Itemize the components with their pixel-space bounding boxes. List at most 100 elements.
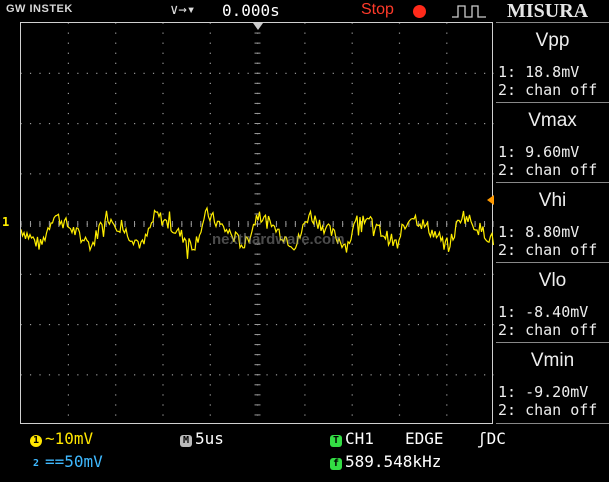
grid-dot [181, 374, 183, 376]
grid-dot [446, 123, 448, 125]
measurement-vpp[interactable]: Vpp 1: 18.8mV 2: chan off [496, 22, 609, 102]
grid-dot [115, 32, 117, 34]
grid-dot [304, 384, 306, 386]
grid-dot [304, 32, 306, 34]
grid-dot [67, 364, 69, 366]
frequency-readout: f 589.548kHz [330, 452, 441, 471]
grid-dot [115, 354, 117, 356]
grid-dot [351, 183, 353, 185]
grid-dot [474, 72, 476, 74]
grid-dot [134, 72, 136, 74]
grid-dot [67, 253, 69, 255]
grid-dot [304, 344, 306, 346]
trigger-readout[interactable]: T CH1 [330, 429, 374, 448]
grid-dot [152, 273, 155, 275]
trigger-type: EDGE [405, 429, 444, 448]
grid-dot [238, 123, 240, 125]
grid-dot [190, 374, 192, 376]
grid-dot [67, 213, 69, 215]
ch1-ground-marker: 1 [2, 215, 10, 229]
grid-dot [294, 374, 297, 376]
grid-dot [436, 72, 438, 74]
watermark: nexthardware.com [212, 231, 345, 248]
grid-dot [427, 273, 429, 275]
grid-dot [332, 72, 334, 74]
grid-dot [446, 102, 448, 105]
grid-dot [446, 32, 448, 34]
grid-dot [408, 273, 410, 275]
grid-dot [162, 183, 164, 185]
grid-dot [323, 123, 325, 125]
grid-dot [304, 82, 306, 84]
grid-dot [398, 42, 401, 44]
grid-dot [304, 404, 306, 406]
grid-dot [417, 123, 420, 125]
grid-dot [398, 263, 401, 265]
grid-dot [389, 273, 391, 275]
grid-dot [247, 173, 249, 175]
grid-dot [446, 143, 448, 145]
measurement-vlo[interactable]: Vlo 1: -8.40mV 2: chan off [496, 262, 609, 342]
grid-dot [304, 414, 306, 416]
grid-dot [67, 92, 69, 95]
grid-dot [96, 273, 98, 275]
grid-dot [115, 213, 117, 215]
grid-dot [266, 173, 268, 175]
grid-dot [67, 62, 69, 64]
measurement-vhi[interactable]: Vhi 1: 8.80mV 2: chan off [496, 182, 609, 262]
grid-dot [67, 233, 69, 235]
measurement-ch1-value: 1: -8.40mV [498, 303, 589, 321]
grid-dot [209, 203, 211, 205]
grid-dot [86, 273, 88, 275]
ch2-scale-readout[interactable]: 2 ==50mV [30, 452, 103, 471]
grid-dot [209, 183, 211, 185]
grid-dot [370, 173, 372, 175]
timebase-readout[interactable]: M 5us [180, 429, 224, 448]
grid-dot [115, 193, 117, 195]
grid-dot [304, 183, 306, 185]
grid-dot [304, 364, 306, 366]
measurement-vmin[interactable]: Vmin 1: -9.20mV 2: chan off [496, 342, 609, 424]
grid-dot [361, 324, 363, 326]
grid-dot [398, 384, 401, 386]
grid-dot [398, 143, 401, 145]
grid-dot [398, 133, 401, 135]
grid-dot [351, 253, 353, 255]
grid-dot [351, 213, 353, 215]
grid-dot [398, 313, 401, 316]
grid-dot [389, 72, 391, 74]
grid-dot [171, 72, 174, 74]
grid-dot [152, 324, 155, 326]
grid-dot [124, 123, 126, 125]
grid-dot [361, 173, 363, 175]
grid-dot [370, 72, 372, 74]
grid-dot [200, 72, 202, 74]
grid-dot [77, 123, 79, 125]
grid-dot [200, 374, 202, 376]
grid-dot [86, 123, 88, 125]
grid-dot [67, 303, 69, 306]
grid-dot [446, 23, 448, 24]
grid-dot [446, 213, 448, 215]
grid-dot [67, 384, 69, 386]
measurement-vmax[interactable]: Vmax 1: 9.60mV 2: chan off [496, 102, 609, 182]
grid-dot [294, 324, 297, 326]
ch1-scale-readout[interactable]: 1 ~10mV [30, 429, 93, 448]
grid-dot [67, 183, 69, 185]
grid-dot [446, 283, 448, 285]
grid-dot [351, 364, 353, 366]
grid-dot [446, 313, 448, 316]
grid-dot [304, 123, 306, 125]
grid-dot [417, 374, 420, 376]
grid-dot [162, 283, 164, 285]
grid-dot [162, 344, 164, 346]
grid-dot [351, 123, 353, 125]
grid-dot [115, 324, 117, 326]
grid-dot [209, 354, 211, 356]
grid-dot [219, 273, 221, 275]
grid-dot [209, 62, 211, 64]
grid-dot [266, 123, 268, 125]
grid-dot [209, 273, 211, 275]
grid-dot [209, 334, 211, 336]
grid-dot [209, 253, 211, 255]
